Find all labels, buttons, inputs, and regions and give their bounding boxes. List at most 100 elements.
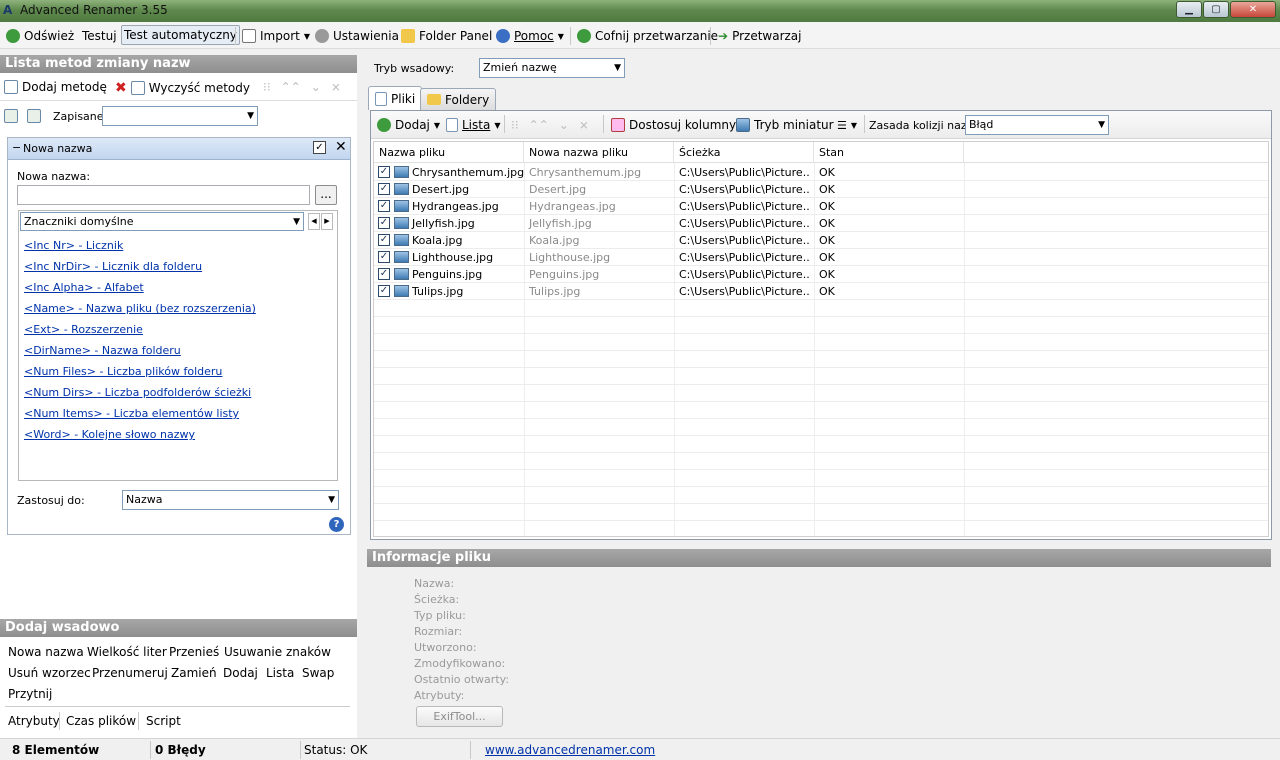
expand-icon[interactable]: ⁝⁝ [263,80,271,94]
fit-columns-button[interactable]: Dostosuj kolumny [609,115,738,135]
batch-file-time[interactable]: Czas plików [66,714,136,728]
batch-renumber[interactable]: Przenumeruj [92,666,168,680]
tag-link[interactable]: <Inc NrDir> - Licznik dla folderu [24,260,202,273]
website-link[interactable]: www.advancedrenamer.com [485,743,655,757]
row-checkbox[interactable]: ✓ [378,183,390,195]
row-checkbox[interactable]: ✓ [378,251,390,263]
help-button[interactable]: Pomoc ▼ [494,26,566,46]
cell-name: Jellyfish.jpg [412,217,475,230]
undo-button[interactable]: Cofnij przetwarzanie [575,26,720,46]
process-button[interactable]: ➔ Przetwarzaj [716,26,804,46]
batch-replace[interactable]: Zamień [171,666,217,680]
close-button[interactable]: ✕ [1230,1,1276,18]
view-list-icon: ☰ [837,118,847,132]
batch-move[interactable]: Przenieś [169,645,219,659]
collision-select[interactable]: Błąd ▼ [965,115,1109,135]
batch-attributes[interactable]: Atrybuty [8,714,60,728]
down-icon[interactable]: ⌄ [559,118,569,132]
maximize-button[interactable]: ▢ [1203,1,1229,18]
row-checkbox[interactable]: ✓ [378,200,390,212]
tag-link[interactable]: <Inc Alpha> - Alfabet [24,281,144,294]
batch-swap[interactable]: Swap [302,666,334,680]
table-row[interactable]: ✓ Chrysanthemum.jpg Chrysanthemum.jpg C:\Us… [374,164,1268,181]
chevron-down-icon: ▼ [494,120,501,130]
remove-method-icon[interactable]: ✕ [335,139,347,155]
apply-to-select[interactable]: Nazwa ▼ [122,490,339,510]
batch-trim[interactable]: Przytnij [8,687,52,701]
batch-new-name[interactable]: Nowa nazwa [8,645,84,659]
tag-link[interactable]: <Inc Nr> - Licznik [24,239,123,252]
expand-icon[interactable]: ⁝⁝ [511,118,519,132]
tag-link[interactable]: <Num Files> - Liczba plików folderu [24,365,222,378]
table-row[interactable]: ✓ Hydrangeas.jpg Hydrangeas.jpg C:\Users\Pu… [374,198,1268,215]
table-row[interactable]: ✓ Penguins.jpg Penguins.jpg C:\Users\Public… [374,266,1268,283]
column-header-state[interactable]: Stan [814,142,964,163]
column-header-new-name[interactable]: Nowa nazwa pliku [524,142,674,163]
method-header[interactable]: − Nowa nazwa ✓ ✕ [8,138,350,160]
cell-path: C:\Users\Public\Picture... [679,166,809,179]
tags-select[interactable]: Znaczniki domyślne ▼ [20,212,304,231]
collapse-icon[interactable]: ⨯ [579,118,589,132]
refresh-button[interactable]: Odśwież [4,26,76,46]
cell-state: OK [819,268,835,281]
tag-link[interactable]: <Num Dirs> - Liczba podfolderów ścieżki [24,386,251,399]
down-icon[interactable]: ⌄ [311,80,321,94]
tag-link[interactable]: <Ext> - Rozszerzenie [24,323,143,336]
table-row[interactable]: ✓ Lighthouse.jpg Lighthouse.jpg C:\Users\Pu… [374,249,1268,266]
exiftool-button[interactable]: ExifTool... [416,706,503,727]
settings-button[interactable]: Ustawienia [313,26,401,46]
browse-button[interactable]: ... [315,185,337,205]
new-name-input[interactable] [17,185,310,205]
row-checkbox[interactable]: ✓ [378,285,390,297]
batch-script[interactable]: Script [146,714,181,728]
mode-select[interactable]: Zmień nazwę ▼ [479,58,625,78]
auto-test-button[interactable]: Test automatyczny [121,25,240,45]
load-preset-button[interactable] [4,109,18,123]
batch-list[interactable]: Lista [266,666,294,680]
tag-link[interactable]: <Num Items> - Liczba elementów listy [24,407,239,420]
thumb-mode-button[interactable]: Tryb miniatur [734,115,836,135]
empty-row [374,419,1268,436]
save-preset-button[interactable] [27,109,41,123]
batch-remove-chars[interactable]: Usuwanie znaków [224,645,331,659]
minimize-button[interactable]: ▁ [1176,1,1202,18]
up-icon[interactable]: ⌃⌃ [281,80,301,94]
view-options-button[interactable]: ☰ ▼ [835,115,859,135]
collapse-icon[interactable]: − [12,141,21,154]
info-path-label: Ścieżka: [414,593,460,606]
method-enabled-checkbox[interactable]: ✓ [313,141,326,154]
import-button[interactable]: Import ▼ [240,26,312,46]
separator [864,115,865,133]
folder-panel-button[interactable]: Folder Panel [399,26,494,46]
tag-link[interactable]: <DirName> - Nazwa folderu [24,344,181,357]
row-checkbox[interactable]: ✓ [378,268,390,280]
tab-folders[interactable]: Foldery [420,88,497,110]
delete-icon: ✖ [115,80,127,96]
help-icon[interactable]: ? [329,517,344,532]
test-button[interactable]: Testuj [80,26,119,46]
clear-methods-button[interactable]: ✖ Wyczyść metody [115,80,250,96]
add-files-button[interactable]: Dodaj ▼ [375,115,442,135]
list-button[interactable]: Lista ▼ [444,115,503,135]
row-checkbox[interactable]: ✓ [378,166,390,178]
table-row[interactable]: ✓ Desert.jpg Desert.jpg C:\Users\Public\Pic… [374,181,1268,198]
batch-remove-pattern[interactable]: Usuń wzorzec [8,666,91,680]
table-row[interactable]: ✓ Jellyfish.jpg Jellyfish.jpg C:\Users\Publ… [374,215,1268,232]
collapse-icon[interactable]: ⨯ [331,80,341,94]
up-icon[interactable]: ⌃⌃ [529,118,549,132]
table-row[interactable]: ✓ Koala.jpg Koala.jpg C:\Users\Public\Pictu… [374,232,1268,249]
batch-case[interactable]: Wielkość liter [87,645,167,659]
next-tags-icon[interactable]: ▶ [321,213,333,230]
tab-files[interactable]: Pliki [368,86,423,110]
column-header-name[interactable]: Nazwa pliku [374,142,524,163]
add-method-button[interactable]: Dodaj metodę [4,80,107,94]
saved-select[interactable]: ▼ [102,106,258,126]
batch-add[interactable]: Dodaj [223,666,258,680]
table-row[interactable]: ✓ Tulips.jpg Tulips.jpg C:\Users\Public\Pic… [374,283,1268,300]
tag-link[interactable]: <Word> - Kolejne słowo nazwy [24,428,195,441]
row-checkbox[interactable]: ✓ [378,234,390,246]
prev-tags-icon[interactable]: ◀ [308,213,320,230]
column-header-path[interactable]: Ścieżka [674,142,814,163]
row-checkbox[interactable]: ✓ [378,217,390,229]
tag-link[interactable]: <Name> - Nazwa pliku (bez rozszerzenia) [24,302,256,315]
